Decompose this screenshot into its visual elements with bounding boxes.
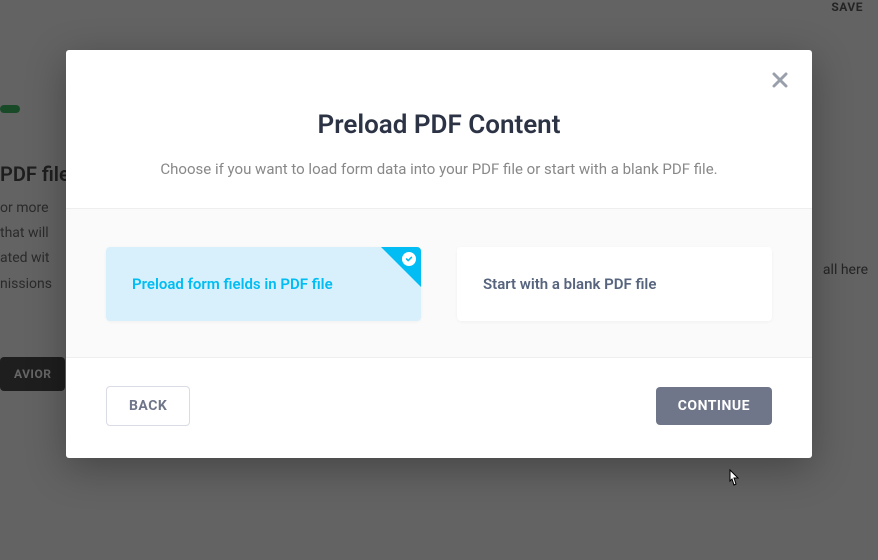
modal-preload-pdf: Preload PDF Content Choose if you want t…	[66, 50, 812, 458]
selected-corner	[381, 247, 421, 287]
option-preload-fields[interactable]: Preload form fields in PDF file	[106, 247, 421, 321]
option-blank-file[interactable]: Start with a blank PDF file	[457, 247, 772, 321]
back-button[interactable]: BACK	[106, 386, 190, 426]
modal-subtitle: Choose if you want to load form data int…	[106, 160, 772, 178]
continue-button[interactable]: CONTINUE	[656, 387, 772, 425]
modal-body: Preload form fields in PDF file Start wi…	[66, 208, 812, 357]
checkmark-icon	[402, 252, 416, 266]
modal-footer: BACK CONTINUE	[66, 357, 812, 458]
modal-header: Preload PDF Content Choose if you want t…	[66, 50, 812, 208]
option-preload-label: Preload form fields in PDF file	[132, 275, 333, 293]
modal-title: Preload PDF Content	[106, 110, 772, 140]
option-blank-label: Start with a blank PDF file	[483, 275, 656, 293]
close-icon[interactable]	[772, 72, 788, 92]
